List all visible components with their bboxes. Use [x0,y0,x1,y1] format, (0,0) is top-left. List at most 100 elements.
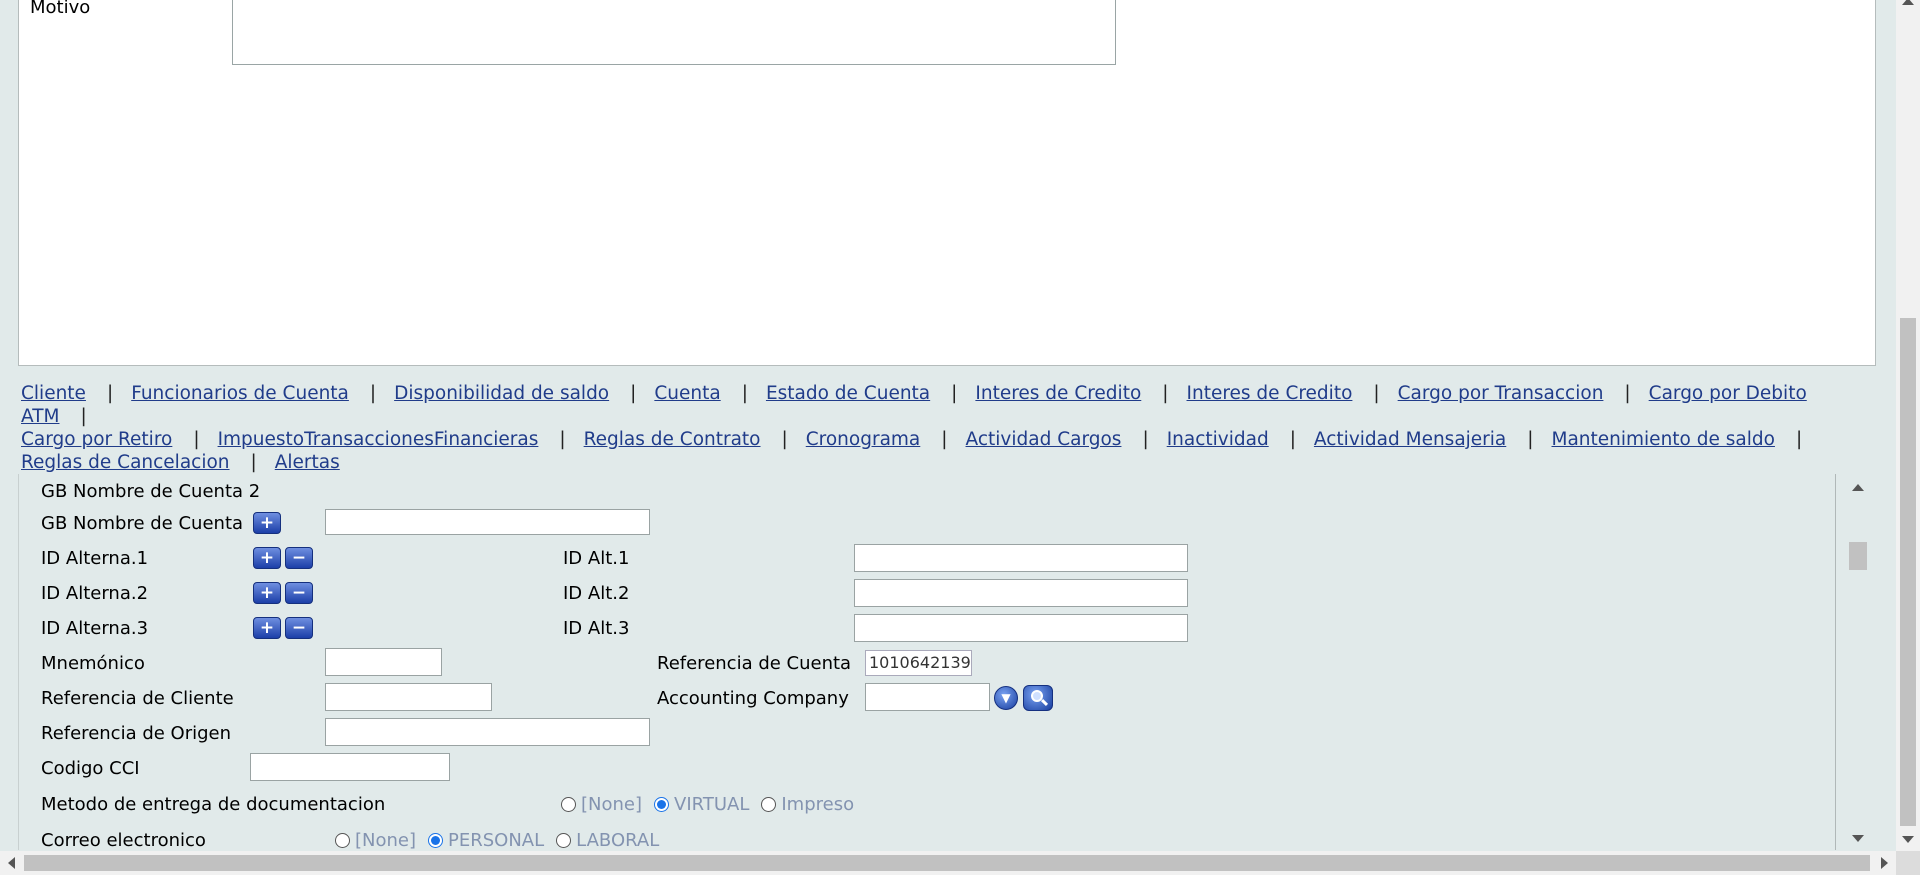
minus-icon: − [291,582,307,603]
correo-none-label: [None] [355,830,417,850]
link-cliente[interactable]: Cliente [21,383,86,404]
referencia-cuenta-label: Referencia de Cuenta [657,653,852,674]
id-alt-2-input[interactable] [854,579,1188,607]
id-alterna-1-label: ID Alterna.1 [41,548,149,569]
link-separator: | [1162,383,1169,404]
link-separator: | [1373,383,1380,404]
mnemonico-input[interactable] [325,648,442,676]
correo-personal-label: PERSONAL [448,830,545,850]
link-actividad-mensajeria[interactable]: Actividad Mensajeria [1314,429,1506,450]
gb-nombre-cuenta-input[interactable] [325,509,650,535]
correo-label: Correo electronico [41,830,206,850]
metodo-none-radio[interactable] [561,797,576,812]
id-alt-1-label: ID Alt.1 [563,548,630,569]
link-reglas-contrato[interactable]: Reglas de Contrato [584,429,761,450]
metodo-impreso-label: Impreso [781,794,855,815]
scrollbar-thumb[interactable] [1849,542,1867,570]
link-estado-cuenta[interactable]: Estado de Cuenta [766,383,930,404]
scroll-left-arrow-icon[interactable] [8,857,15,869]
id-alterna-3-label: ID Alterna.3 [41,618,149,639]
scroll-up-arrow-icon[interactable] [1902,0,1914,5]
search-icon-handle [1040,698,1049,707]
link-impuesto-transacciones[interactable]: ImpuestoTransaccionesFinancieras [218,429,539,450]
link-inactividad[interactable]: Inactividad [1167,429,1269,450]
link-separator: | [1624,383,1631,404]
id-alt-2-label: ID Alt.2 [563,583,630,604]
codigo-cci-label: Codigo CCI [41,758,140,779]
link-cargo-transaccion[interactable]: Cargo por Transaccion [1398,383,1604,404]
metodo-impreso-radio[interactable] [761,797,777,812]
remove-id-alterna-3-button[interactable]: − [285,617,313,639]
link-reglas-cancelacion[interactable]: Reglas de Cancelacion [21,452,230,473]
link-actividad-cargos[interactable]: Actividad Cargos [966,429,1122,450]
scrollbar-thumb[interactable] [24,855,1870,871]
page-horizontal-scrollbar[interactable] [0,851,1896,875]
plus-icon: + [259,617,275,638]
link-separator: | [559,429,566,450]
metodo-entrega-label: Metodo de entrega de documentacion [41,794,386,815]
correo-laboral-radio[interactable] [556,833,572,848]
correo-radio-group: [None] PERSONAL LABORAL [333,830,669,850]
scroll-up-arrow-icon[interactable] [1852,484,1864,491]
correo-laboral-label: LABORAL [576,830,660,850]
codigo-cci-input[interactable] [250,753,450,781]
remove-id-alterna-1-button[interactable]: − [285,547,313,569]
mnemonico-label: Mnemónico [41,653,145,674]
metodo-entrega-radio-group: [None] VIRTUAL Impreso [559,794,864,815]
page-vertical-scrollbar[interactable] [1896,0,1920,851]
id-alt-3-label: ID Alt.3 [563,618,630,639]
link-separator: | [1289,429,1296,450]
referencia-cuenta-value: 1010642139 [865,650,972,676]
scroll-down-arrow-icon[interactable] [1902,836,1914,843]
motivo-textarea[interactable] [232,0,1116,65]
link-separator: | [630,383,637,404]
metodo-virtual-label: VIRTUAL [674,794,750,815]
remove-id-alterna-2-button[interactable]: − [285,582,313,604]
motivo-frame: Motivo [18,0,1876,366]
gb-nombre-cuenta-2-label: GB Nombre de Cuenta 2 [41,481,261,502]
link-separator: | [1527,429,1534,450]
link-mantenimiento-saldo[interactable]: Mantenimiento de saldo [1552,429,1775,450]
link-cargo-retiro[interactable]: Cargo por Retiro [21,429,172,450]
tabs-links-bar: Cliente | Funcionarios de Cuenta | Disponibi… [21,382,1871,474]
link-alertas[interactable]: Alertas [275,452,340,473]
metodo-virtual-radio[interactable] [654,797,670,812]
referencia-cliente-input[interactable] [325,683,492,711]
scroll-down-arrow-icon[interactable] [1852,835,1864,842]
scroll-right-arrow-icon[interactable] [1881,857,1888,869]
correo-personal-radio[interactable] [428,833,444,848]
link-cronograma[interactable]: Cronograma [806,429,921,450]
id-alt-1-input[interactable] [854,544,1188,572]
add-gb-nombre-button[interactable]: + [253,512,281,534]
referencia-cliente-label: Referencia de Cliente [41,688,234,709]
link-separator: | [369,383,377,404]
link-separator: | [781,429,788,450]
form-panel-scrollbar[interactable] [1846,474,1870,850]
link-separator: | [741,383,748,404]
link-separator: | [951,383,958,404]
link-cuenta[interactable]: Cuenta [654,383,720,404]
accounting-company-input[interactable] [865,683,990,711]
link-disponibilidad-saldo[interactable]: Disponibilidad de saldo [394,383,609,404]
referencia-origen-input[interactable] [325,718,650,746]
minus-icon: − [291,617,307,638]
link-interes-credito[interactable]: Interes de Credito [975,383,1141,404]
id-alt-3-input[interactable] [854,614,1188,642]
link-separator: | [80,406,87,427]
plus-icon: + [259,547,275,568]
minus-icon: − [291,547,307,568]
link-separator: | [250,452,257,473]
link-funcionarios-cuenta[interactable]: Funcionarios de Cuenta [131,383,349,404]
accounting-company-dropdown-button[interactable]: ▼ [994,686,1018,710]
link-interes-credito-2[interactable]: Interes de Credito [1187,383,1353,404]
plus-icon: + [259,582,275,603]
add-id-alterna-1-button[interactable]: + [253,547,281,569]
add-id-alterna-3-button[interactable]: + [253,617,281,639]
scrollbar-thumb[interactable] [1900,318,1916,826]
add-id-alterna-2-button[interactable]: + [253,582,281,604]
id-alterna-2-label: ID Alterna.2 [41,583,149,604]
correo-none-radio[interactable] [335,833,350,848]
accounting-company-search-button[interactable] [1023,685,1053,711]
scrollbar-corner [1896,851,1920,875]
referencia-origen-label: Referencia de Origen [41,723,232,744]
